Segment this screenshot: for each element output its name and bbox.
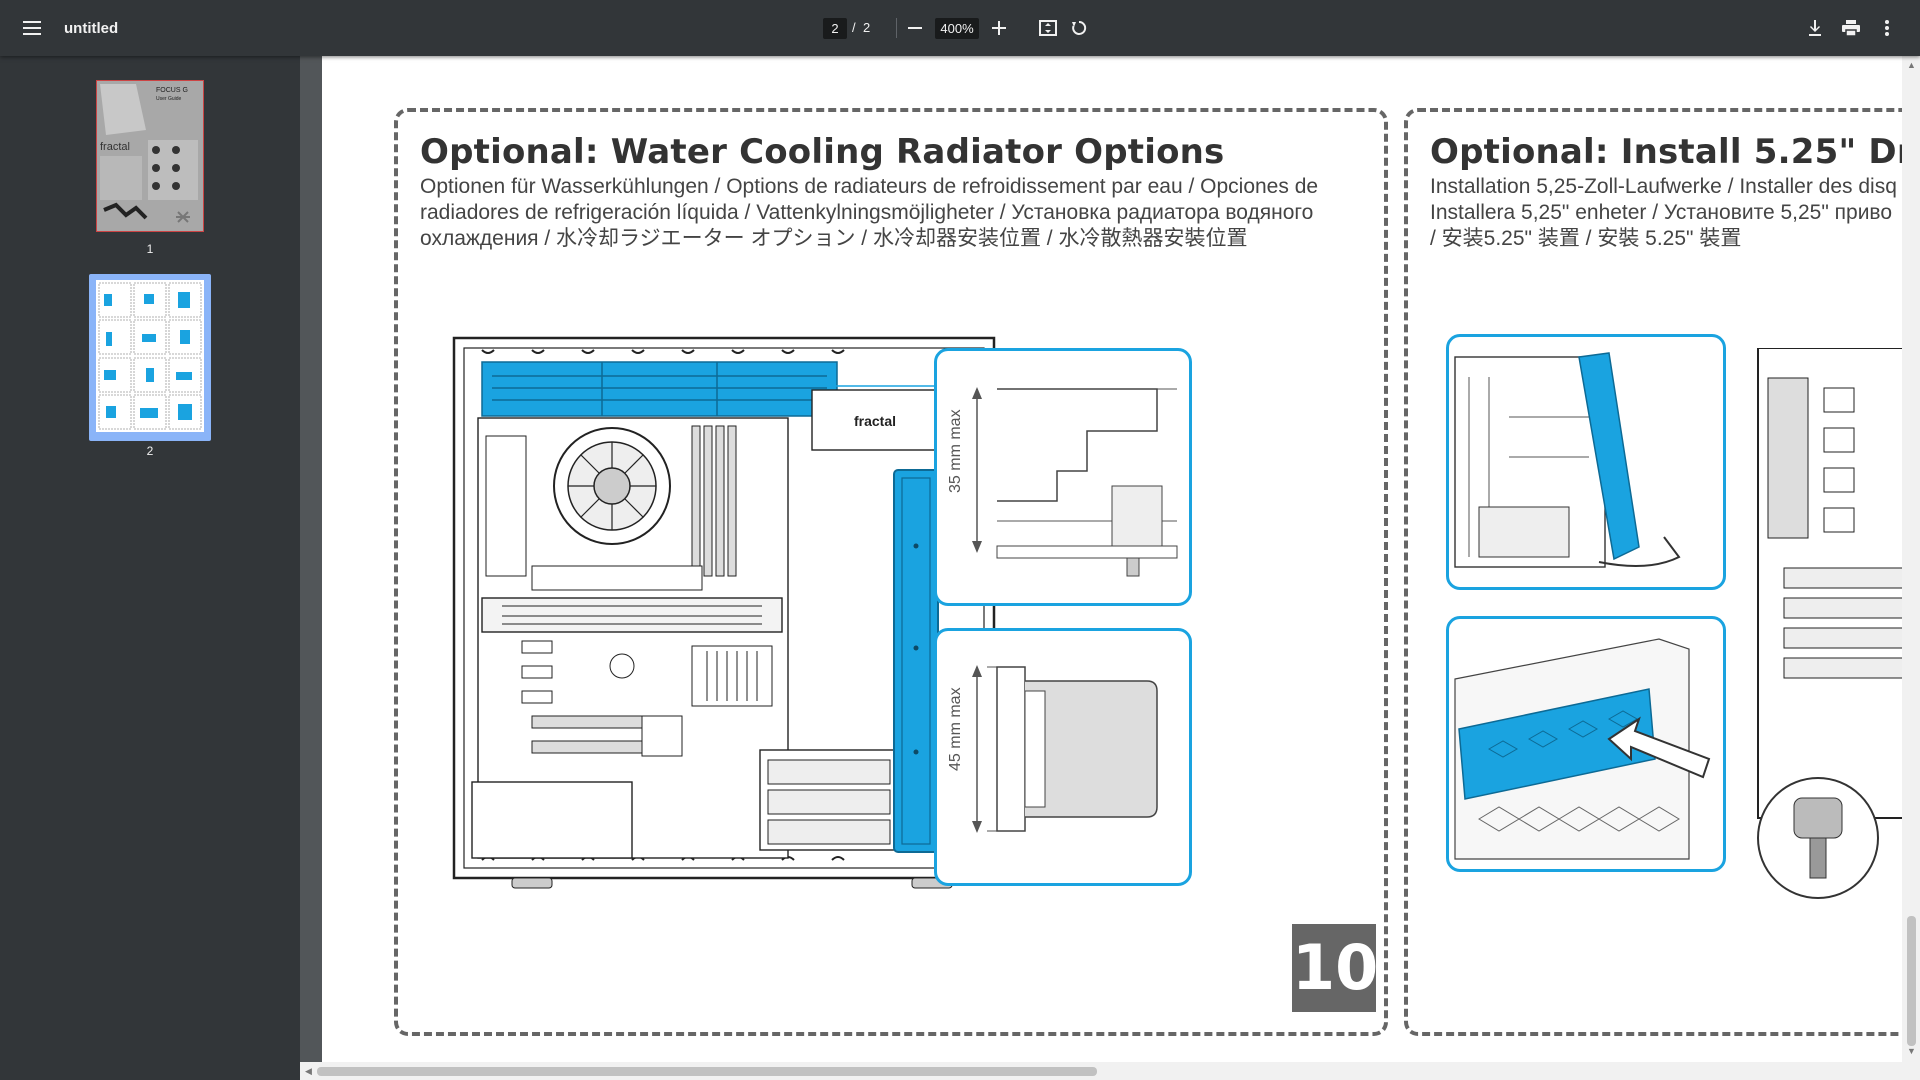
- drives-title: Optional: Install 5.25" Drives: [1430, 132, 1920, 172]
- dimension-label-35: 35 mm max: [947, 409, 964, 493]
- thumbnail-label-1: 1: [146, 242, 154, 256]
- case-logo: fractal: [854, 413, 896, 429]
- page-total: 2: [863, 20, 871, 35]
- vertical-scroll-thumb[interactable]: [1907, 916, 1916, 1046]
- page-thumbnail-1[interactable]: FOCUS G User Guide fractal: [96, 80, 204, 232]
- page-number-input[interactable]: 2: [823, 18, 847, 39]
- drives-subtitle-line2: Installera 5,25" enheter / Установите 5,…: [1430, 201, 1893, 224]
- drives-subtitle-line3: / 安装5.25" 装置 / 安裝 5.25" 裝置: [1430, 227, 1742, 250]
- menu-icon[interactable]: [14, 10, 50, 46]
- print-icon[interactable]: [1833, 10, 1869, 46]
- document-viewer[interactable]: Optional: Water Cooling Radiator Options…: [300, 56, 1920, 1068]
- page-separator: /: [852, 20, 856, 35]
- drive-step-box-2: [1446, 616, 1726, 872]
- thumb1-border: [96, 80, 204, 232]
- page-thumbnail-2[interactable]: [96, 280, 204, 432]
- radiator-front-clearance-box: 45 mm max: [934, 628, 1192, 886]
- pdf-page: Optional: Water Cooling Radiator Options…: [322, 56, 1920, 1062]
- case-side-illustration: [1757, 348, 1920, 899]
- vertical-scrollbar[interactable]: ▲ ▼: [1902, 56, 1920, 1062]
- radiator-subtitle: Optionen für Wasserkühlungen / Options d…: [420, 175, 1319, 250]
- zoom-in-icon[interactable]: [981, 10, 1017, 46]
- thumbnail-label-2: 2: [146, 444, 154, 458]
- scroll-up-icon[interactable]: ▲: [1907, 60, 1916, 70]
- page-number-badge: 10: [1292, 924, 1378, 1012]
- horizontal-scroll-thumb[interactable]: [317, 1067, 1097, 1076]
- horizontal-scrollbar[interactable]: ◀: [300, 1062, 1920, 1080]
- drive-step-box-1: [1446, 334, 1726, 590]
- radiator-title: Optional: Water Cooling Radiator Options: [420, 132, 1225, 172]
- zoom-input[interactable]: 400%: [935, 18, 979, 39]
- toolbar: untitled 2 / 2 400%: [0, 0, 1920, 56]
- scroll-down-icon[interactable]: ▼: [1907, 1046, 1916, 1056]
- thumbnail-sidebar: FOCUS G User Guide fractal 1 2: [0, 56, 300, 1080]
- drives-subtitle-line1: Installation 5,25-Zoll-Laufwerke / Insta…: [1430, 175, 1897, 198]
- download-icon[interactable]: [1797, 10, 1833, 46]
- scroll-left-icon[interactable]: ◀: [305, 1066, 312, 1077]
- more-icon[interactable]: [1869, 10, 1905, 46]
- zoom-out-icon[interactable]: [897, 10, 933, 46]
- document-title: untitled: [64, 20, 119, 37]
- radiator-top-clearance-box: 35 mm max: [934, 348, 1192, 606]
- dimension-label-45: 45 mm max: [947, 687, 964, 771]
- rotate-icon[interactable]: [1061, 10, 1097, 46]
